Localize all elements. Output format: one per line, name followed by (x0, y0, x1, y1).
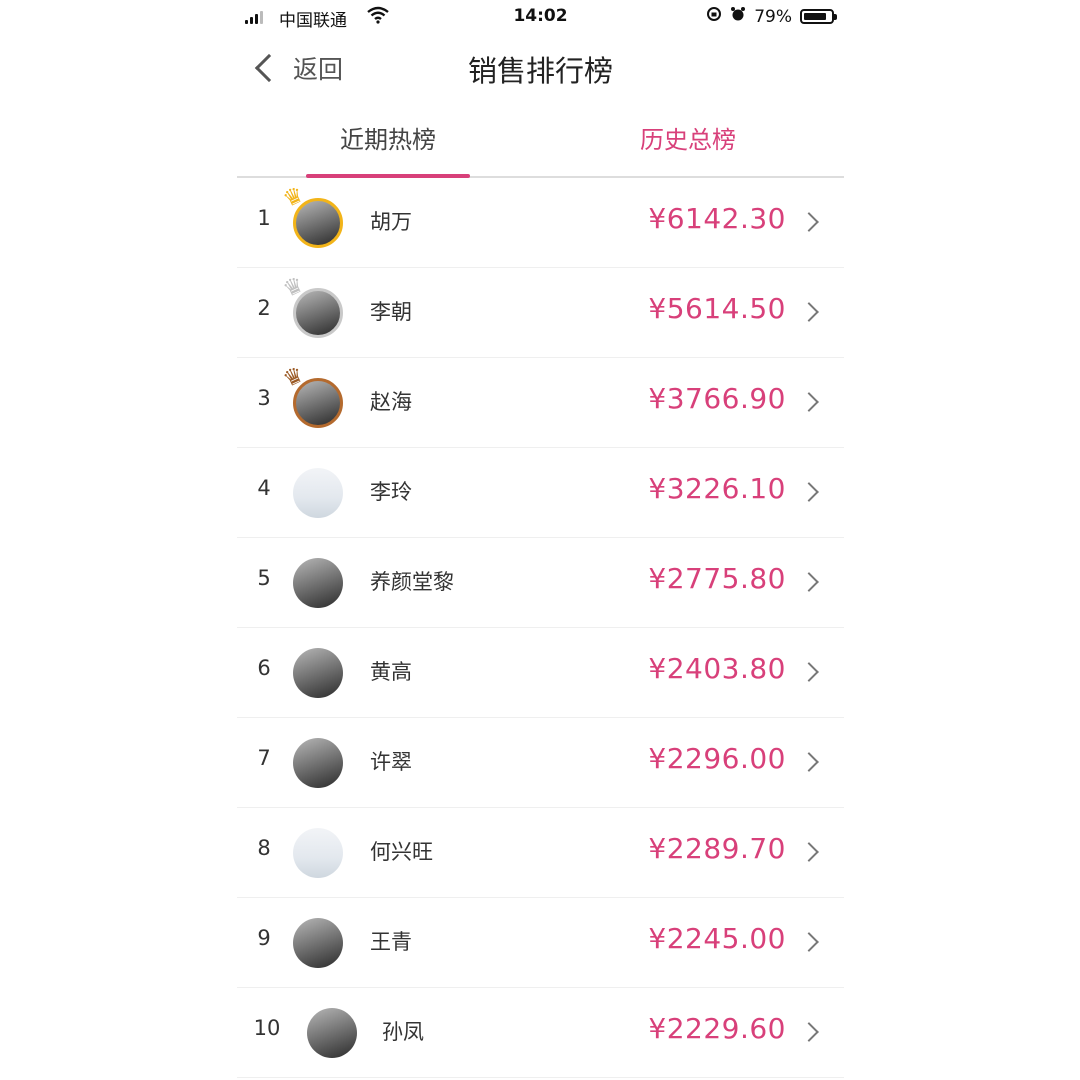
chevron-right-icon (799, 212, 819, 232)
rank-number: 6 (257, 656, 271, 680)
ranking-row[interactable]: 10 孙凤 ¥2229.60 (237, 988, 844, 1078)
sales-amount: ¥2289.70 (648, 832, 786, 865)
avatar: ♛ (279, 182, 343, 248)
seller-name: 许翠 (370, 750, 412, 774)
bronze-crown-icon: ♛ (279, 362, 308, 394)
battery-percent: 79% (754, 6, 792, 27)
chevron-right-icon (799, 572, 819, 592)
rank-number: 8 (257, 836, 271, 860)
avatar: ♛ (279, 362, 343, 428)
rank-number: 9 (257, 926, 271, 950)
rank-number: 5 (257, 566, 271, 590)
avatar (293, 828, 343, 878)
seller-name: 何兴旺 (370, 840, 433, 864)
tab-recent[interactable]: 近期热榜 (306, 120, 470, 155)
silver-crown-icon: ♛ (279, 272, 308, 304)
phone-screen: 中国联通 14:02 79% 返回 销售排行榜 近期热榜 历史总榜 1 ♛ 胡万… (237, 0, 844, 1080)
sales-amount: ¥2296.00 (648, 742, 786, 775)
seller-name: 黄高 (370, 660, 412, 684)
avatar (293, 468, 343, 518)
chevron-right-icon (799, 752, 819, 772)
rank-number: 3 (257, 386, 271, 410)
ranking-row[interactable]: 6 黄高 ¥2403.80 (237, 628, 844, 718)
rank-number: 10 (253, 1016, 281, 1040)
ranking-row[interactable]: 3 ♛ 赵海 ¥3766.90 (237, 358, 844, 448)
avatar (293, 918, 343, 968)
ranking-row[interactable]: 4 李玲 ¥3226.10 (237, 448, 844, 538)
ranking-row[interactable]: 8 何兴旺 ¥2289.70 (237, 808, 844, 898)
sales-amount: ¥2229.60 (648, 1012, 786, 1045)
orientation-lock-icon (706, 6, 722, 27)
sales-amount: ¥2775.80 (648, 562, 786, 595)
page-title: 销售排行榜 (467, 54, 613, 88)
tab-history[interactable]: 历史总榜 (606, 120, 770, 155)
sales-amount: ¥3226.10 (648, 472, 786, 505)
chevron-right-icon (799, 302, 819, 322)
tab-bar: 近期热榜 历史总榜 (237, 108, 844, 178)
rank-number: 4 (257, 476, 271, 500)
ranking-row[interactable]: 2 ♛ 李朝 ¥5614.50 (237, 268, 844, 358)
sales-amount: ¥5614.50 (648, 292, 786, 325)
ranking-row[interactable]: 7 许翠 ¥2296.00 (237, 718, 844, 808)
seller-name: 养颜堂黎 (370, 570, 454, 594)
seller-name: 赵海 (370, 390, 412, 414)
gold-crown-icon: ♛ (279, 182, 308, 214)
chevron-right-icon (799, 932, 819, 952)
avatar (293, 558, 343, 608)
nav-bar: 返回 销售排行榜 (237, 36, 844, 102)
seller-name: 孙凤 (382, 1020, 424, 1044)
chevron-right-icon (799, 1022, 819, 1042)
sales-amount: ¥6142.30 (648, 202, 786, 235)
rank-number: 7 (257, 746, 271, 770)
ranking-row[interactable]: 5 养颜堂黎 ¥2775.80 (237, 538, 844, 628)
seller-name: 王青 (370, 930, 412, 954)
rank-number: 1 (257, 206, 271, 230)
avatar (307, 1008, 357, 1058)
alarm-icon (730, 6, 746, 27)
seller-name: 李朝 (370, 300, 412, 324)
seller-name: 李玲 (370, 480, 412, 504)
rank-number: 2 (257, 296, 271, 320)
ranking-list: 1 ♛ 胡万 ¥6142.30 2 ♛ 李朝 ¥5614.50 3 ♛ 赵海 ¥… (237, 178, 844, 1078)
chevron-right-icon (799, 392, 819, 412)
sales-amount: ¥2403.80 (648, 652, 786, 685)
battery-icon (800, 9, 837, 24)
sales-amount: ¥3766.90 (648, 382, 786, 415)
status-bar: 中国联通 14:02 79% (237, 0, 844, 36)
chevron-right-icon (799, 842, 819, 862)
avatar (293, 648, 343, 698)
avatar: ♛ (279, 272, 343, 338)
chevron-right-icon (799, 662, 819, 682)
ranking-row[interactable]: 9 王青 ¥2245.00 (237, 898, 844, 988)
ranking-row[interactable]: 1 ♛ 胡万 ¥6142.30 (237, 178, 844, 268)
avatar (293, 738, 343, 788)
sales-amount: ¥2245.00 (648, 922, 786, 955)
chevron-right-icon (799, 482, 819, 502)
seller-name: 胡万 (370, 210, 412, 234)
